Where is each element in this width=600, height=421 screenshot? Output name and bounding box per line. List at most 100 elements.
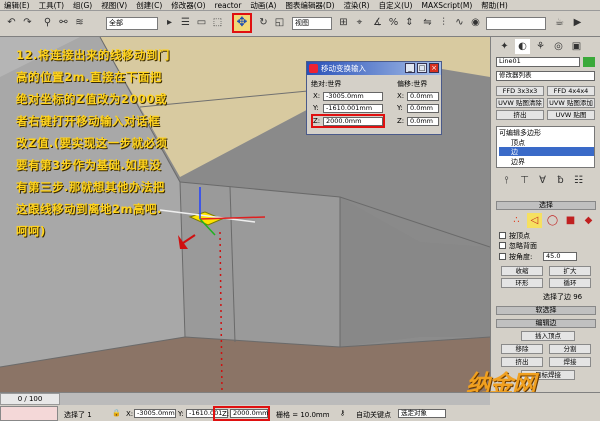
object-color-swatch[interactable] (583, 57, 595, 67)
quick-render-icon[interactable]: ▶ (570, 15, 585, 30)
menu-animation[interactable]: 动画(A) (250, 0, 276, 11)
modifier-list-dropdown[interactable]: 修改器列表 (496, 71, 595, 81)
by-vertex-checkbox[interactable] (499, 232, 506, 239)
insert-vertex-button[interactable]: 插入顶点 (521, 331, 575, 341)
selection-filter-dropdown[interactable]: 全部 (106, 17, 158, 30)
ring-button[interactable]: 环形 (501, 278, 543, 288)
loop-button[interactable]: 循环 (549, 278, 591, 288)
extrude-mod-button[interactable]: 挤出 (496, 110, 544, 120)
window-crossing-icon[interactable]: ⬚ (210, 15, 225, 30)
edge-mode-icon[interactable]: ◁ (527, 213, 542, 228)
curve-editor-icon[interactable]: ∿ (452, 15, 467, 30)
motion-tab-icon[interactable]: ◎ (551, 39, 566, 54)
abs-y-field[interactable]: -1610.001mm (323, 104, 383, 113)
display-tab-icon[interactable]: ▣ (569, 39, 584, 54)
configure-sets-icon[interactable]: ☷ (571, 173, 586, 188)
render-icon[interactable]: ☕ (552, 15, 567, 30)
border-mode-icon[interactable]: ◯ (545, 213, 560, 228)
shrink-button[interactable]: 收缩 (501, 266, 543, 276)
by-angle-checkbox[interactable] (499, 253, 506, 260)
menu-edit[interactable]: 编辑(E) (4, 0, 30, 11)
pivot-icon[interactable]: ⊞ (336, 15, 351, 30)
menu-reactor[interactable]: reactor (215, 1, 242, 10)
align-icon[interactable]: ⫶ (436, 15, 451, 30)
abs-x-field[interactable]: -3005.0mm (323, 92, 383, 101)
rotate-icon[interactable]: ↻ (256, 15, 271, 30)
make-unique-icon[interactable]: ∀ (535, 173, 550, 188)
menu-create[interactable]: 创建(C) (136, 0, 162, 11)
remove-button[interactable]: 移除 (501, 344, 543, 354)
scale-icon[interactable]: ◱ (272, 15, 287, 30)
menu-group[interactable]: 组(G) (73, 0, 92, 11)
menu-tools[interactable]: 工具(T) (39, 0, 64, 11)
percent-snap-icon[interactable]: % (386, 15, 401, 30)
uvw-add-button[interactable]: UVW 贴图添加 (547, 98, 595, 108)
show-end-result-icon[interactable]: ⊤ (517, 173, 532, 188)
ffd333-button[interactable]: FFD 3x3x3 (496, 86, 544, 96)
hierarchy-tab-icon[interactable]: ⚘ (533, 39, 548, 54)
menu-rendering[interactable]: 渲染(R) (344, 0, 370, 11)
angle-snap-icon[interactable]: ∡ (370, 15, 385, 30)
uvw-map-button[interactable]: UVW 贴图 (547, 110, 595, 120)
object-name-field[interactable]: Line01 (496, 57, 580, 67)
uvw-clear-button[interactable]: UVW 贴图清除 (496, 98, 544, 108)
stack-item-border[interactable]: 边界 (511, 157, 525, 167)
off-z-field[interactable]: 0.0mm (407, 117, 439, 126)
selection-rollout[interactable]: 选择 (496, 201, 596, 210)
split-button[interactable]: 分割 (549, 344, 591, 354)
status-x-field[interactable]: -3005.0mm (134, 409, 176, 418)
modify-tab-icon[interactable]: ◐ (515, 39, 530, 54)
menu-help[interactable]: 帮助(H) (481, 0, 508, 11)
undo-icon[interactable]: ↶ (4, 15, 19, 30)
weld-button[interactable]: 焊接 (549, 357, 591, 367)
spinner-snap-icon[interactable]: ⇕ (402, 15, 417, 30)
time-slider[interactable]: 0 / 100 (0, 393, 60, 405)
menu-views[interactable]: 视图(V) (101, 0, 127, 11)
reference-coordinate-dropdown[interactable]: 视图 (292, 17, 332, 30)
menu-maxscript[interactable]: MAXScript(M) (421, 1, 472, 10)
ignore-backfacing-checkbox[interactable] (499, 242, 506, 249)
remove-modifier-icon[interactable]: ƀ (553, 173, 568, 188)
grow-button[interactable]: 扩大 (549, 266, 591, 276)
key-icon[interactable]: ⚷ (340, 409, 345, 417)
mirror-icon[interactable]: ⇋ (420, 15, 435, 30)
select-by-name-icon[interactable]: ☰ (178, 15, 193, 30)
snap-icon[interactable]: ⌖ (352, 15, 367, 30)
minimize-icon[interactable]: _ (405, 63, 415, 73)
autokey-label[interactable]: 自动关键点 (356, 410, 391, 420)
material-editor-icon[interactable]: ◉ (468, 15, 483, 30)
named-selection-dropdown[interactable] (486, 17, 546, 30)
off-y-field[interactable]: 0.0mm (407, 104, 439, 113)
stack-item-editable-poly[interactable]: 可编辑多边形 (499, 128, 541, 138)
vertex-mode-icon[interactable]: ∴ (509, 213, 524, 228)
ignore-backfacing-label: 忽略背面 (509, 242, 537, 250)
edit-edges-rollout[interactable]: 编辑边 (496, 319, 596, 328)
element-mode-icon[interactable]: ◆ (581, 213, 596, 228)
unlink-icon[interactable]: ⚯ (56, 15, 71, 30)
x-label: X: (126, 410, 134, 418)
polygon-mode-icon[interactable]: ■ (563, 213, 578, 228)
ffd444-button[interactable]: FFD 4x4x4 (547, 86, 595, 96)
link-icon[interactable]: ⚲ (40, 15, 55, 30)
off-x-field[interactable]: 0.0mm (407, 92, 439, 101)
region-select-icon[interactable]: ▭ (194, 15, 209, 30)
create-tab-icon[interactable]: ✦ (497, 39, 512, 54)
soft-selection-rollout[interactable]: 软选择 (496, 306, 596, 315)
close-icon[interactable]: × (429, 63, 439, 73)
bind-icon[interactable]: ≋ (72, 15, 87, 30)
stack-item-edge[interactable]: 边 (499, 147, 594, 156)
track-bar[interactable] (60, 393, 490, 405)
redo-icon[interactable]: ↷ (20, 15, 35, 30)
angle-field[interactable]: 45.0 (543, 252, 577, 261)
key-filter-dropdown[interactable]: 选定对象 (398, 409, 446, 418)
menu-modifiers[interactable]: 修改器(O) (171, 0, 205, 11)
move-tool-icon[interactable]: ✥ (232, 13, 252, 33)
menu-graph-editors[interactable]: 图表编辑器(D) (285, 0, 334, 11)
lock-icon[interactable]: 🔒 (112, 409, 121, 417)
menu-customize[interactable]: 自定义(U) (379, 0, 413, 11)
dialog-titlebar[interactable]: 移动变换输入 _ □ × (307, 62, 441, 75)
maximize-icon[interactable]: □ (417, 63, 427, 73)
maxscript-listener[interactable] (0, 406, 58, 421)
pin-stack-icon[interactable]: ⫯ (499, 173, 514, 188)
select-icon[interactable]: ▸ (162, 15, 177, 30)
